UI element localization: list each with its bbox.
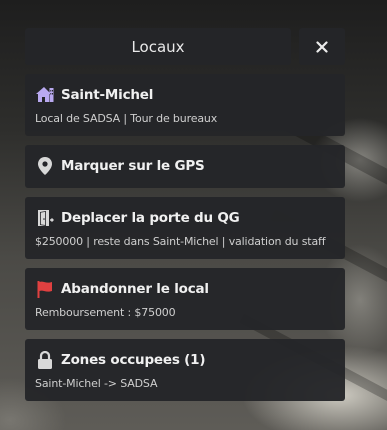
flag-icon: [35, 279, 55, 299]
menu-header: Locaux: [25, 28, 345, 65]
home-icon: [35, 85, 55, 105]
door-icon: [35, 208, 55, 228]
menu-item-abandon[interactable]: Abandonner le local Remboursement : $750…: [25, 268, 345, 330]
menu-item-label: Zones occupees (1): [61, 352, 206, 368]
menu-item-label: Marquer sur le GPS: [61, 158, 205, 174]
locaux-menu: Locaux Saint-Michel Local de SADSA | Tou…: [25, 28, 345, 401]
menu-item-saint-michel[interactable]: Saint-Michel Local de SADSA | Tour de bu…: [25, 74, 345, 136]
menu-item-subtitle: Local de SADSA | Tour de bureaux: [35, 112, 218, 125]
close-icon: [316, 40, 328, 53]
menu-item-move-door[interactable]: Deplacer la porte du QG $250000 | reste …: [25, 197, 345, 259]
menu-item-label: Deplacer la porte du QG: [61, 210, 240, 226]
menu-item-label: Saint-Michel: [61, 87, 154, 103]
menu-item-zones[interactable]: Zones occupees (1) Saint-Michel -> SADSA: [25, 339, 345, 401]
menu-item-gps[interactable]: Marquer sur le GPS: [25, 145, 345, 188]
menu-item-subtitle: $250000 | reste dans Saint-Michel | vali…: [35, 235, 326, 248]
lock-icon: [35, 350, 55, 370]
menu-item-subtitle: Remboursement : $75000: [35, 306, 176, 319]
close-button[interactable]: [299, 28, 345, 65]
menu-item-label: Abandonner le local: [61, 281, 209, 297]
menu-item-subtitle: Saint-Michel -> SADSA: [35, 377, 158, 390]
menu-title: Locaux: [25, 28, 291, 65]
map-pin-icon: [35, 156, 55, 176]
